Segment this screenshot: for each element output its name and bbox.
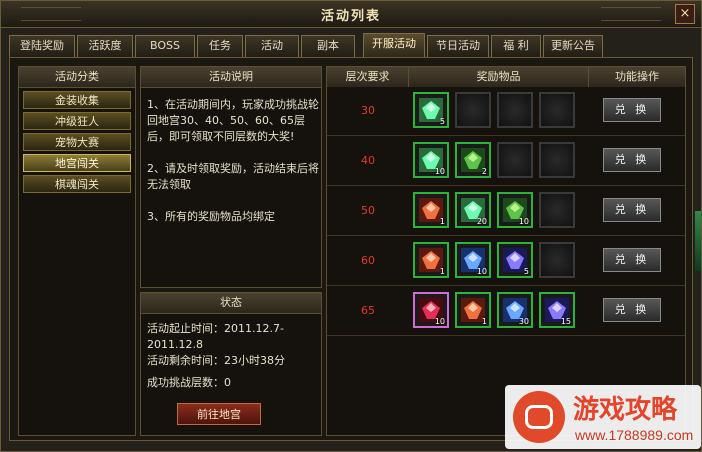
tab-1[interactable]: 登陆奖励: [9, 35, 75, 57]
tab-5[interactable]: 活动: [245, 35, 299, 57]
category-item[interactable]: 金装收集: [23, 91, 131, 109]
tab-content: 活动分类 金装收集冲级狂人宠物大赛地宫闯关棋魂闯关 活动说明 1、在活动期间内，…: [9, 57, 693, 441]
level-requirement: 60: [361, 254, 375, 267]
item-count: 2: [481, 167, 487, 176]
reward-row: 50 1 20 10 兑 换: [327, 187, 685, 236]
item-count: 15: [560, 317, 571, 326]
level-requirement: 65: [361, 304, 375, 317]
tab-4[interactable]: 任务: [197, 35, 243, 57]
category-item[interactable]: 棋魂闯关: [23, 175, 131, 193]
floors-cleared: 成功挑战层数：0: [147, 376, 231, 389]
reward-row: 40 10 2 兑 换: [327, 137, 685, 186]
blue-crystal-icon[interactable]: 15: [539, 292, 575, 328]
item-count: 10: [434, 167, 445, 176]
items-column-header: 奖励物品: [409, 67, 589, 87]
green-leaf-icon[interactable]: 10: [497, 192, 533, 228]
rewards-panel: 层次要求 奖励物品 功能操作 30 5 兑 换 40 10 2 兑 换 50 1 20 10 兑 换6…: [326, 66, 686, 436]
green-leaf-icon[interactable]: 2: [455, 142, 491, 178]
title-bar: 活动列表 ×: [1, 1, 701, 28]
description-panel: 活动说明 1、在活动期间内，玩家成功挑战轮回地宫30、40、50、60、65层后…: [140, 66, 322, 288]
blue-gem-icon[interactable]: 10: [455, 242, 491, 278]
level-requirement: 50: [361, 204, 375, 217]
level-requirement: 30: [361, 104, 375, 117]
item-count: 30: [518, 317, 529, 326]
status-panel: 状态 活动起止时间：2011.12.7- 2011.12.8 活动剩余时间：23…: [140, 292, 322, 436]
tab-6[interactable]: 副本: [301, 35, 355, 57]
status-header: 状态: [141, 293, 321, 314]
empty-slot: [539, 142, 575, 178]
reward-row: 60 1 10 5 兑 换: [327, 237, 685, 286]
level-column-header: 层次要求: [327, 67, 409, 87]
gamepad-logo-icon: [513, 391, 565, 443]
tab-8[interactable]: 节日活动: [427, 35, 489, 57]
red-gem-icon[interactable]: 1: [455, 292, 491, 328]
red-gem-icon[interactable]: 1: [413, 242, 449, 278]
activity-window: 活动列表 × 登陆奖励 活跃度 BOSS 任务 活动 副本 开服活动 节日活动福 利更新公告 …: [0, 0, 702, 452]
exchange-button[interactable]: 兑 换: [603, 98, 661, 122]
exchange-button[interactable]: 兑 换: [603, 248, 661, 272]
empty-slot: [497, 92, 533, 128]
window-title: 活动列表: [320, 9, 381, 24]
blue-gem-icon[interactable]: 30: [497, 292, 533, 328]
item-count: 20: [476, 217, 487, 226]
tab-10[interactable]: 更新公告: [543, 35, 603, 57]
activity-period-line2: 2011.12.8: [147, 338, 203, 351]
description-header: 活动说明: [141, 67, 321, 88]
tab-9[interactable]: 福 利: [491, 35, 541, 57]
empty-slot: [497, 142, 533, 178]
blue-crystal-icon[interactable]: 5: [497, 242, 533, 278]
item-count: 1: [439, 217, 445, 226]
empty-slot: [539, 192, 575, 228]
tab-3[interactable]: BOSS: [135, 35, 195, 57]
item-count: 1: [481, 317, 487, 326]
go-to-dungeon-button[interactable]: 前往地宫: [177, 403, 261, 425]
reward-row: 65 10 1 30 15 兑 换: [327, 287, 685, 336]
tab-2[interactable]: 活跃度: [77, 35, 133, 57]
empty-slot: [539, 242, 575, 278]
watermark-url: www.1788989.com: [575, 427, 694, 443]
red-orb-icon[interactable]: 10: [413, 292, 449, 328]
item-count: 10: [518, 217, 529, 226]
item-count: 5: [523, 267, 529, 276]
tab-7[interactable]: 开服活动: [363, 33, 425, 57]
exchange-button[interactable]: 兑 换: [603, 148, 661, 172]
level-requirement: 40: [361, 154, 375, 167]
category-panel: 活动分类 金装收集冲级狂人宠物大赛地宫闯关棋魂闯关: [18, 66, 136, 436]
description-text: 1、在活动期间内，玩家成功挑战轮回地宫30、40、50、60、65层后，即可领取…: [147, 98, 319, 223]
green-gem-icon[interactable]: 10: [413, 142, 449, 178]
side-decoration: [695, 211, 701, 271]
green-gem-icon[interactable]: 5: [413, 92, 449, 128]
item-count: 10: [476, 267, 487, 276]
category-item[interactable]: 地宫闯关: [23, 154, 131, 172]
category-header: 活动分类: [19, 67, 135, 88]
empty-slot: [455, 92, 491, 128]
item-count: 1: [439, 267, 445, 276]
action-column-header: 功能操作: [589, 67, 685, 87]
category-item[interactable]: 宠物大赛: [23, 133, 131, 151]
green-gem-icon[interactable]: 20: [455, 192, 491, 228]
item-count: 10: [434, 317, 445, 326]
reward-row: 30 5 兑 换: [327, 87, 685, 136]
red-gem-icon[interactable]: 1: [413, 192, 449, 228]
exchange-button[interactable]: 兑 换: [603, 298, 661, 322]
close-button[interactable]: ×: [675, 4, 695, 24]
watermark-title: 游戏攻略: [573, 395, 678, 425]
exchange-button[interactable]: 兑 换: [603, 198, 661, 222]
empty-slot: [539, 92, 575, 128]
watermark: 游戏攻略 www.1788989.com: [505, 385, 701, 449]
item-count: 5: [439, 117, 445, 126]
category-item[interactable]: 冲级狂人: [23, 112, 131, 130]
remaining-time: 活动剩余时间：23小时38分: [147, 354, 285, 367]
activity-period-line1: 活动起止时间：2011.12.7-: [147, 322, 284, 335]
